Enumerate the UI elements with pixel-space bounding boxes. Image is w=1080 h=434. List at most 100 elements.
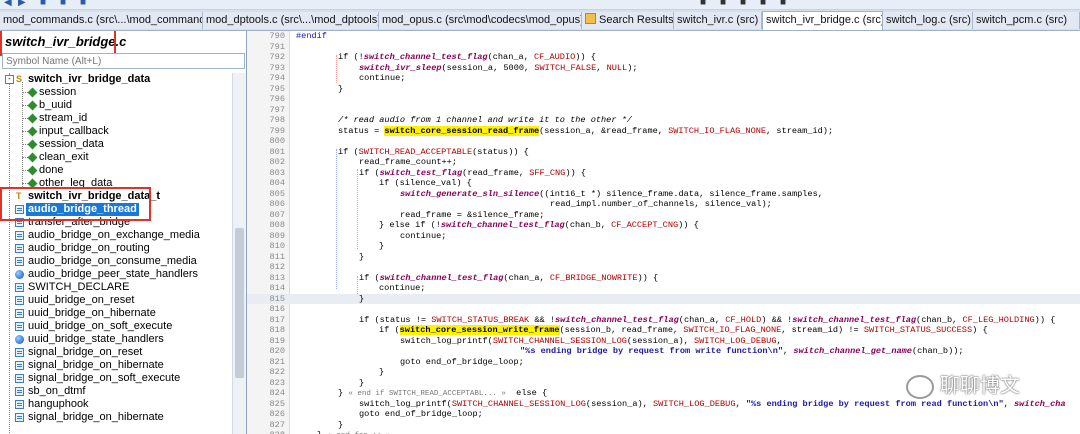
tree-label: session_data (39, 138, 104, 150)
function-icon (15, 387, 24, 396)
tree-label: signal_bridge_on_hibernate (28, 359, 164, 371)
toolbar-icon[interactable]: ■ (80, 0, 86, 8)
tree-item-audio-bridge-on-exchange-media[interactable]: audio_bridge_on_exchange_media (0, 229, 232, 242)
code-line: 807 read_frame = &silence_frame; (269, 209, 545, 220)
code-line: 816 (269, 304, 285, 314)
code-line: 799 status = switch_core_session_read_fra… (269, 125, 834, 136)
tree-label: clean_exit (39, 151, 89, 163)
code-line: 819 switch_log_printf(SWITCH_CHANNEL_SESS… (269, 335, 782, 346)
toolbar-icon[interactable]: ■ (720, 0, 726, 8)
code-line: 795} (269, 83, 344, 94)
tree-item-clean-exit[interactable]: clean_exit (0, 151, 232, 164)
tree-item-uuid-bridge-on-soft-execute[interactable]: uuid_bridge_on_soft_execute (0, 320, 232, 333)
code-line: 790 #endif (269, 31, 327, 41)
function-icon (15, 257, 24, 266)
tree-item-hanguphook[interactable]: hanguphook (0, 398, 232, 411)
code-line: 825 switch_log_printf(SWITCH_CHANNEL_SESS… (269, 398, 1066, 409)
tree-item-stream-id[interactable]: stream_id (0, 112, 232, 125)
tab-switch-pcm[interactable]: switch_pcm.c (src) (973, 12, 1080, 29)
tree-item-done[interactable]: done (0, 164, 232, 177)
code-line: 813 if (switch_channel_test_flag(chan_a, … (269, 272, 659, 283)
tree-item-signal-bridge-on-soft-execute[interactable]: signal_bridge_on_soft_execute (0, 372, 232, 385)
code-line: 812 (269, 262, 285, 272)
tree-label: audio_bridge_on_routing (28, 242, 150, 254)
tree-item-session[interactable]: session (0, 86, 232, 99)
tree-label: session (39, 86, 77, 98)
code-line: 793 switch_ivr_sleep(session_a, 5000, SWI… (269, 62, 638, 73)
tree-item-signal-bridge-on-hibernate[interactable]: signal_bridge_on_hibernate (0, 411, 232, 424)
tree-label: stream_id (39, 112, 88, 124)
toolbar-icon[interactable]: ■ (60, 0, 66, 8)
collapse-icon[interactable]: - (5, 75, 14, 84)
tab-switch-log[interactable]: switch_log.c (src) (883, 12, 973, 29)
member-icon (27, 165, 38, 176)
tree-item-switch-ivr-bridge-data[interactable]: - S switch_ivr_bridge_data (0, 73, 232, 86)
code-line: 794 continue; (269, 73, 406, 83)
code-line-current: 815} (247, 293, 1080, 304)
search-results-icon (585, 13, 596, 24)
tree-item-uuid-bridge-on-hibernate[interactable]: uuid_bridge_on_hibernate (0, 307, 232, 320)
tab-mod-commands[interactable]: mod_commands.c (src\...\mod_commands) (0, 12, 203, 29)
toolbar-icon[interactable]: ■ (780, 0, 786, 8)
forward-icon[interactable]: ▶ (18, 0, 26, 8)
tab-switch-ivr-bridge[interactable]: switch_ivr_bridge.c (src)× (762, 11, 883, 30)
function-icon (15, 361, 24, 370)
tree-item-session-data[interactable]: session_data (0, 138, 232, 151)
symbol-search-input[interactable] (2, 53, 245, 69)
code-line: 797 (269, 104, 285, 115)
tree-item-sb-on-dtmf[interactable]: sb_on_dtmf (0, 385, 232, 398)
tree-label: uuid_bridge_state_handlers (28, 333, 164, 345)
code-line: 808} else if (!switch_channel_test_flag(… (269, 220, 699, 230)
tree-label: signal_bridge_on_hibernate (28, 411, 164, 423)
tree-item-switch-declare[interactable]: SWITCH_DECLARE (0, 281, 232, 294)
tree-label: uuid_bridge_on_hibernate (28, 307, 156, 319)
code-line: 791 (269, 41, 285, 52)
tree-item-audio-bridge-peer-state-handlers[interactable]: audio_bridge_peer_state_handlers (0, 268, 232, 281)
tree-item-audio-bridge-on-routing[interactable]: audio_bridge_on_routing (0, 242, 232, 255)
function-icon (15, 231, 24, 240)
tree-item-input-callback[interactable]: input_callback (0, 125, 232, 138)
tree-item-uuid-bridge-state-handlers[interactable]: uuid_bridge_state_handlers (0, 333, 232, 346)
tree-item-b-uuid[interactable]: b_uuid (0, 99, 232, 112)
tree-label: audio_bridge_on_consume_media (28, 255, 197, 267)
code-line: 803 if (switch_test_flag(read_frame, SFF_… (269, 167, 586, 178)
tree-item-uuid-bridge-on-reset[interactable]: uuid_bridge_on_reset (0, 294, 232, 307)
toolbar-icon[interactable]: ■ (700, 0, 706, 8)
tree-label: switch_ivr_bridge_data (28, 73, 151, 85)
tree-label: signal_bridge_on_soft_execute (28, 372, 181, 384)
back-icon[interactable]: ◀ (4, 0, 12, 8)
tab-search-results[interactable]: Search Results (582, 12, 674, 29)
toolbar-icon[interactable]: ■ (40, 0, 46, 8)
code-line: 802 read_frame_count++; (269, 157, 457, 167)
tab-label: mod_commands.c (src\...\mod_commands) (3, 14, 203, 26)
tree-label: uuid_bridge_on_reset (28, 294, 135, 306)
tree-label: b_uuid (39, 99, 73, 111)
tree-scrollbar[interactable] (232, 73, 246, 434)
code-line: 806 read_impl.number_of_channels, silence… (269, 199, 772, 209)
tab-switch-ivr[interactable]: switch_ivr.c (src) (674, 12, 762, 29)
tree-label: done (39, 164, 64, 176)
code-line: 805 switch_generate_sln_silence((int16_t … (269, 188, 823, 199)
toolbar-icon[interactable]: ■ (740, 0, 746, 8)
member-icon (27, 87, 38, 98)
tab-mod-dptools[interactable]: mod_dptools.c (src\...\mod_dptools) (203, 12, 379, 29)
struct-icon: S (16, 74, 23, 84)
tree-item-audio-bridge-on-consume-media[interactable]: audio_bridge_on_consume_media (0, 255, 232, 268)
member-icon (27, 139, 38, 150)
tree-item-signal-bridge-on-reset[interactable]: signal_bridge_on_reset (0, 346, 232, 359)
tab-mod-opus[interactable]: mod_opus.c (src\mod\codecs\mod_opus) (379, 12, 582, 29)
member-icon (27, 152, 38, 163)
function-icon (15, 322, 24, 331)
tab-label: mod_dptools.c (src\...\mod_dptools) (206, 14, 379, 26)
function-icon (15, 400, 24, 409)
scrollbar-thumb[interactable] (235, 228, 244, 378)
code-line: 818 if (switch_core_session_write_frame(s… (269, 325, 988, 335)
code-line: 809 continue; (269, 230, 447, 241)
toolbar-icon[interactable]: ■ (760, 0, 766, 8)
code-line: 820 "%s ending bridge by request from wri… (269, 346, 964, 356)
member-icon (27, 126, 38, 137)
function-icon (15, 244, 24, 253)
function-icon (15, 283, 24, 292)
tree-item-signal-bridge-on-hibernate[interactable]: signal_bridge_on_hibernate (0, 359, 232, 372)
tree-label: SWITCH_DECLARE (28, 281, 130, 293)
